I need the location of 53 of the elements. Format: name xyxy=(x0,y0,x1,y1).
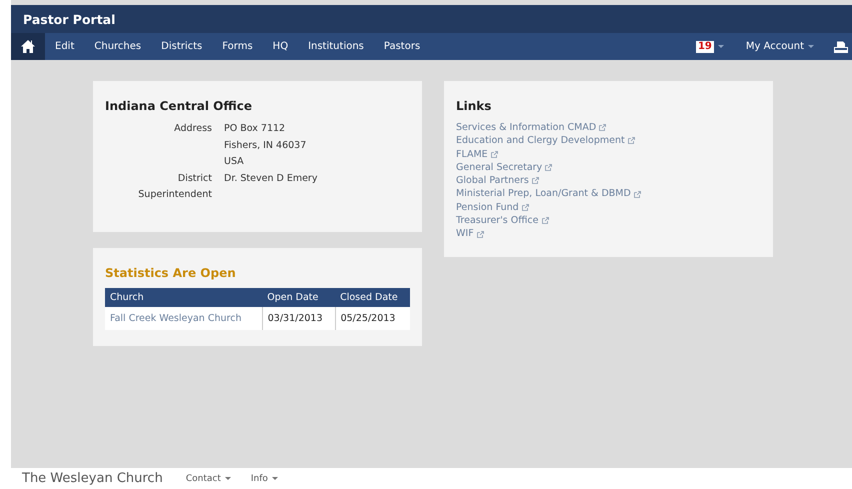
home-icon xyxy=(21,40,35,53)
external-link[interactable]: WIF xyxy=(456,227,484,241)
caret-icon xyxy=(224,476,231,480)
external-link-icon xyxy=(599,124,606,132)
external-link-icon xyxy=(545,164,552,172)
nav-tab[interactable]: Edit xyxy=(45,33,84,60)
app-title: Pastor Portal xyxy=(23,12,116,26)
caret-icon xyxy=(808,44,814,48)
external-link[interactable]: FLAME xyxy=(456,148,498,161)
notifications-button[interactable]: 19 xyxy=(686,33,736,60)
table-cell: 03/31/2013 xyxy=(262,307,336,330)
external-link-icon xyxy=(490,150,498,158)
field-value: Fishers, IN 46037 xyxy=(224,138,308,152)
field-label: District Superintendent xyxy=(137,172,212,202)
account-menu[interactable]: My Account xyxy=(736,33,824,60)
external-link-icon xyxy=(476,230,484,238)
field-value: USA xyxy=(224,155,245,169)
footer-menu[interactable]: Info xyxy=(250,474,278,484)
nav-tab[interactable]: Forms xyxy=(212,33,263,60)
print-icon xyxy=(834,40,848,52)
caret-icon xyxy=(718,44,724,48)
nav-tab[interactable]: HQ xyxy=(262,33,298,60)
external-link[interactable]: Services & Information CMAD xyxy=(456,121,606,134)
external-link[interactable]: General Secretary xyxy=(456,160,552,174)
column-header: Open Date xyxy=(262,288,336,307)
external-link[interactable]: Treasurer's Office xyxy=(456,214,548,228)
external-link[interactable]: Education and Clergy Development xyxy=(456,134,635,148)
nav-tab[interactable]: Pastors xyxy=(374,33,430,60)
column-header: Closed Date xyxy=(335,288,410,307)
nav-tab[interactable]: Districts xyxy=(151,33,212,60)
external-link-icon xyxy=(634,190,641,198)
footer-menu[interactable]: Contact xyxy=(186,474,231,484)
footer-brand[interactable]: The Wesleyan Church xyxy=(22,471,163,486)
external-link[interactable]: Global Partners xyxy=(456,174,539,188)
notification-count: 19 xyxy=(696,40,714,52)
external-link-icon xyxy=(542,217,548,224)
nav-tab[interactable]: Institutions xyxy=(298,33,374,60)
nav-tab[interactable]: Churches xyxy=(84,33,152,60)
statistics-title: Statistics Are Open xyxy=(105,266,237,280)
caret-icon xyxy=(272,476,278,480)
external-link-icon xyxy=(628,137,635,144)
external-link[interactable]: Pension Fund xyxy=(456,200,529,214)
external-link-icon xyxy=(522,204,529,211)
column-header: Church xyxy=(105,288,262,307)
external-link[interactable]: Ministerial Prep, Loan/Grant & DBMD xyxy=(456,187,641,201)
office-title: Indiana Central Office xyxy=(105,99,253,113)
external-link-icon xyxy=(532,177,539,184)
field-label: Address xyxy=(173,122,212,136)
table-cell: 05/25/2013 xyxy=(335,307,410,330)
field-value: Dr. Steven D Emery xyxy=(224,172,318,186)
home-tab[interactable] xyxy=(11,33,45,60)
field-value: PO Box 7112 xyxy=(224,122,286,136)
links-title: Links xyxy=(456,99,492,113)
